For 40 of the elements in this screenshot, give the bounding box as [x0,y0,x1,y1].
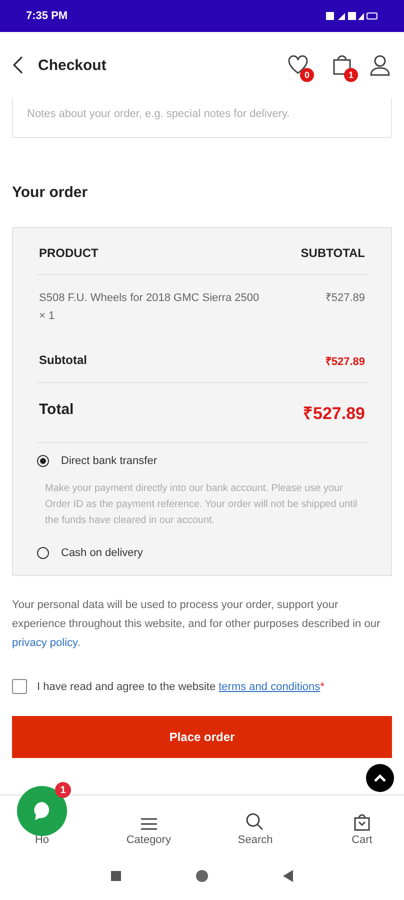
menu-icon [138,816,159,832]
chevron-up-icon [373,773,387,783]
back-icon[interactable] [12,55,24,75]
circle-icon[interactable] [195,869,209,883]
subtotal-label: Subtotal [39,353,87,367]
section-heading: Your order [12,184,89,201]
page-title: Checkout [38,56,108,74]
search-icon [245,812,266,832]
nav-item[interactable]: Category [126,834,171,846]
notes-field[interactable]: Notes about your order, e.g. special notes for delivery. [12,98,392,138]
nav-item[interactable]: Ho [34,834,50,846]
column-header: SUBTOTAL [300,246,365,260]
product-name: S508 F.U. Wheels for 2018 GMC Sierra 2500 × 1 [39,291,260,324]
back-triangle-icon[interactable] [283,870,293,882]
bag-icon [352,812,372,832]
scroll-top-button[interactable] [366,764,394,792]
cart-badge: 1 [344,68,358,82]
status-icons [326,11,378,21]
payment-option[interactable]: Cash on delivery [61,547,143,559]
column-header: PRODUCT [39,246,98,260]
radio-button[interactable] [37,547,49,559]
wishlist-badge: 0 [300,68,314,82]
privacy-text: Your personal data will be used to process your order, support your experience throughout this website, and for other purposes described in our privacy policy. [12,598,382,651]
terms-checkbox[interactable] [12,679,27,694]
nav-item[interactable]: Search [238,834,273,846]
payment-description: Make your payment directly into our bank account. Please use your Order ID as the payment reference. Your order will not be shipped until the funds have cleared in our account. [45,482,358,528]
nav-item[interactable]: Cart [352,834,372,846]
product-price: ₹527.89 [325,291,365,306]
total-label: Total [39,401,74,418]
user-icon[interactable] [368,53,392,77]
terms-text: I have read and agree to the website terms and conditions* [37,680,324,692]
subtotal-value: ₹527.89 [325,355,365,368]
payment-option[interactable]: Direct bank transfer [61,455,157,467]
terms-link[interactable]: terms and conditions [218,680,320,692]
chat-badge: 1 [55,782,71,798]
radio-button[interactable] [37,455,49,467]
place-order-button[interactable]: Place order [12,716,392,758]
privacy-link[interactable]: privacy policy [12,637,78,649]
status-time: 7:35 PM [26,10,68,22]
total-value: ₹527.89 [303,403,365,424]
